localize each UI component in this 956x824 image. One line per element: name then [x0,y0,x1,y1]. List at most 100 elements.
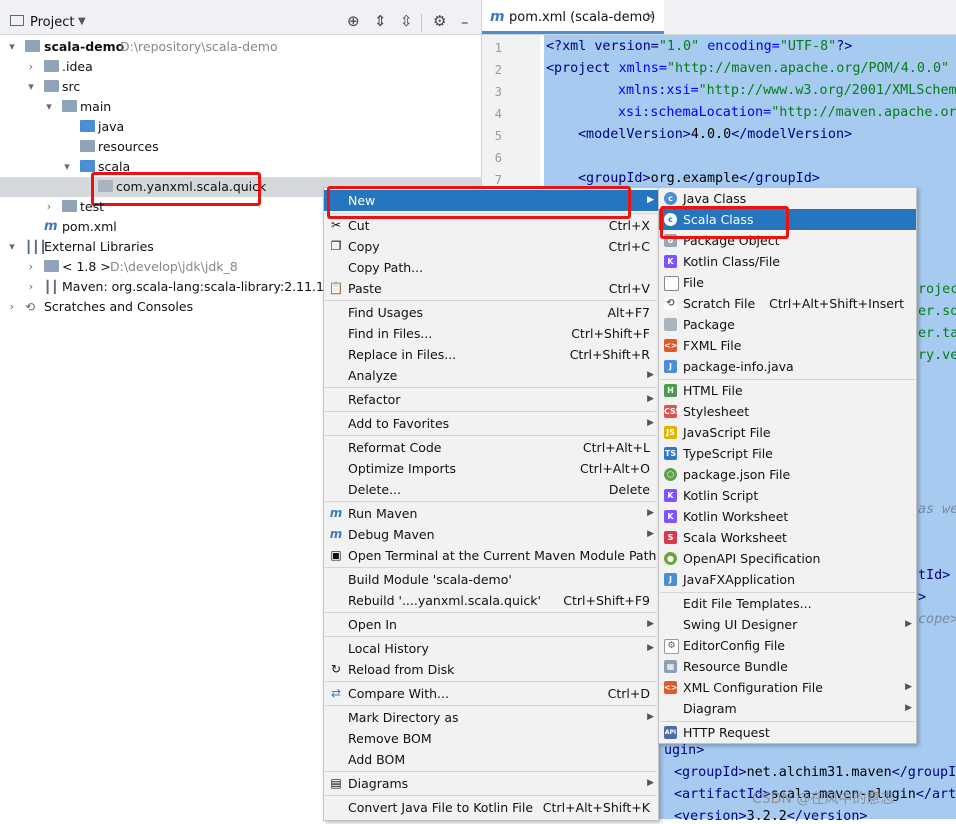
menu-item-open-terminal[interactable]: ▣ Open Terminal at the Current Maven Modu… [324,545,658,566]
minimize-icon[interactable]: – [461,13,469,31]
menu-item-convert-java-to-kotlin[interactable]: Convert Java File to Kotlin File Ctrl+Alt… [324,797,658,818]
submenu-item-openapi[interactable]: ● OpenAPI Specification [659,548,916,569]
library-icon: ┃┃┃ [25,240,47,254]
menu-item-build-module[interactable]: Build Module 'scala-demo' [324,569,658,590]
html-icon: H [664,384,677,397]
menu-item-local-history[interactable]: Local History ▶ [324,638,658,659]
code-line-5: <modelVersion>4.0.0</modelVersion> [578,127,853,142]
compare-icon: ⇄ [330,686,342,700]
menu-item-replace-in-files[interactable]: Replace in Files... Ctrl+Shift+R [324,344,658,365]
menu-item-copy[interactable]: ❐ Copy Ctrl+C [324,236,658,257]
menu-item-mark-directory-as[interactable]: Mark Directory as ▶ [324,707,658,728]
tree-item-java[interactable]: java [0,117,481,137]
menu-item-add-to-favorites[interactable]: Add to Favorites ▶ [324,413,658,434]
maven-file-icon: m [44,219,58,234]
menu-item-analyze[interactable]: Analyze ▶ [324,365,658,386]
menu-item-diagrams[interactable]: ▤ Diagrams ▶ [324,773,658,794]
xml-icon: <> [664,681,678,694]
maven-file-icon: m [490,9,505,25]
submenu-item-stylesheet[interactable]: CSS Stylesheet [659,401,916,422]
menu-item-run-maven[interactable]: m Run Maven ▶ [324,503,658,524]
chevron-down-icon[interactable]: ▾ [43,97,55,117]
code-line-1: <?xml version="1.0" encoding="UTF-8"?> [546,39,853,54]
copy-icon: ❐ [330,239,342,253]
submenu-item-javafx-application[interactable]: J JavaFXApplication [659,569,916,590]
menu-item-remove-bom[interactable]: Remove BOM [324,728,658,749]
submenu-item-package[interactable]: Package [659,314,916,335]
submenu-item-http-request[interactable]: API HTTP Request [659,722,916,743]
collapse-all-icon[interactable]: ⇳ [400,12,413,30]
tree-item-resources[interactable]: resources [0,137,481,157]
submenu-item-scratch-file[interactable]: ⟲ Scratch File Ctrl+Alt+Shift+Insert [659,293,916,314]
chevron-down-icon[interactable]: ▼ [78,16,86,27]
menu-item-open-in[interactable]: Open In ▶ [324,614,658,635]
maven-run-icon: m [329,506,343,520]
submenu-item-swing-ui-designer[interactable]: Swing UI Designer ▶ [659,614,916,635]
submenu-item-javascript-file[interactable]: JS JavaScript File [659,422,916,443]
project-panel-header: Project ▼ ⊕ ⇕ ⇳ ⚙ – [0,0,481,35]
chevron-down-icon[interactable]: ▾ [6,237,18,257]
submenu-item-kotlin-script[interactable]: K Kotlin Script [659,485,916,506]
tree-item-idea[interactable]: › .idea [0,57,481,77]
submenu-item-diagram[interactable]: Diagram ▶ [659,698,916,719]
code-peek: er.tar [918,326,956,341]
menu-item-rebuild[interactable]: Rebuild '....yanxml.scala.quick' Ctrl+Shi… [324,590,658,611]
menu-item-compare-with[interactable]: ⇄ Compare With... Ctrl+D [324,683,658,704]
menu-item-copy-path[interactable]: Copy Path... [324,257,658,278]
submenu-item-kotlin-worksheet[interactable]: K Kotlin Worksheet [659,506,916,527]
submenu-arrow-icon: ▶ [647,643,654,653]
submenu-item-typescript-file[interactable]: TS TypeScript File [659,443,916,464]
code-peek: > [918,590,927,605]
submenu-arrow-icon: ▶ [905,619,912,629]
menu-item-find-usages[interactable]: Find Usages Alt+F7 [324,302,658,323]
scratch-icon: ⟲ [664,297,677,310]
java-file-icon: J [664,360,677,373]
submenu-item-resource-bundle[interactable]: ▦ Resource Bundle [659,656,916,677]
submenu-item-html-file[interactable]: H HTML File [659,380,916,401]
tree-item-main[interactable]: ▾ main [0,97,481,117]
submenu-arrow-icon: ▶ [647,778,654,788]
submenu-item-package-json[interactable]: ⬡ package.json File [659,464,916,485]
menu-item-reload-from-disk[interactable]: ↻ Reload from Disk [324,659,658,680]
menu-item-delete[interactable]: Delete... Delete [324,479,658,500]
submenu-item-kotlin-class[interactable]: K Kotlin Class/File [659,251,916,272]
api-icon: API [664,726,677,739]
code-peek: tId> [918,568,951,583]
submenu-item-editorconfig[interactable]: ⚙ EditorConfig File [659,635,916,656]
chevron-down-icon[interactable]: ▾ [6,37,18,57]
menu-item-find-in-files[interactable]: Find in Files... Ctrl+Shift+F [324,323,658,344]
submenu-arrow-icon: ▶ [647,508,654,518]
chevron-down-icon[interactable]: ▾ [61,157,73,177]
close-icon[interactable]: × [645,9,656,24]
tree-item-src[interactable]: ▾ src [0,77,481,97]
menu-item-debug-maven[interactable]: m Debug Maven ▶ [324,524,658,545]
menu-item-optimize-imports[interactable]: Optimize Imports Ctrl+Alt+O [324,458,658,479]
chevron-right-icon[interactable]: › [25,277,37,297]
submenu-item-edit-file-templates[interactable]: Edit File Templates... [659,593,916,614]
project-view-title[interactable]: Project [30,15,74,30]
scala-worksheet-icon: S [664,531,677,544]
chevron-right-icon[interactable]: › [6,297,18,317]
chevron-right-icon[interactable]: › [25,57,37,77]
source-folder-icon [80,120,95,132]
tree-item-scala-demo[interactable]: ▾ scala-demo D:\repository\scala-demo [0,37,481,57]
chevron-right-icon[interactable]: › [43,197,55,217]
submenu-item-package-info[interactable]: Jpackage-info.java [659,356,916,377]
tab-pom-xml[interactable]: m pom.xml (scala-demo) × [482,0,664,34]
expand-all-icon[interactable]: ⇕ [374,12,387,30]
menu-item-reformat-code[interactable]: Reformat Code Ctrl+Alt+L [324,437,658,458]
submenu-item-file[interactable]: File [659,272,916,293]
resources-folder-icon [80,140,95,152]
chevron-right-icon[interactable]: › [25,257,37,277]
menu-item-add-bom[interactable]: Add BOM [324,749,658,770]
menu-item-paste[interactable]: 📋 Paste Ctrl+V [324,278,658,299]
submenu-item-xml-configuration[interactable]: <> XML Configuration File ▶ [659,677,916,698]
gear-icon[interactable]: ⚙ [433,12,446,30]
chevron-down-icon[interactable]: ▾ [25,77,37,97]
submenu-item-fxml-file[interactable]: <> FXML File [659,335,916,356]
menu-item-refactor[interactable]: Refactor ▶ [324,389,658,410]
nodejs-icon: ⬡ [664,468,677,481]
locate-icon[interactable]: ⊕ [347,12,360,30]
code-line-groupid: <groupId>net.alchim31.maven</groupI [674,765,956,780]
submenu-item-scala-worksheet[interactable]: S Scala Worksheet [659,527,916,548]
